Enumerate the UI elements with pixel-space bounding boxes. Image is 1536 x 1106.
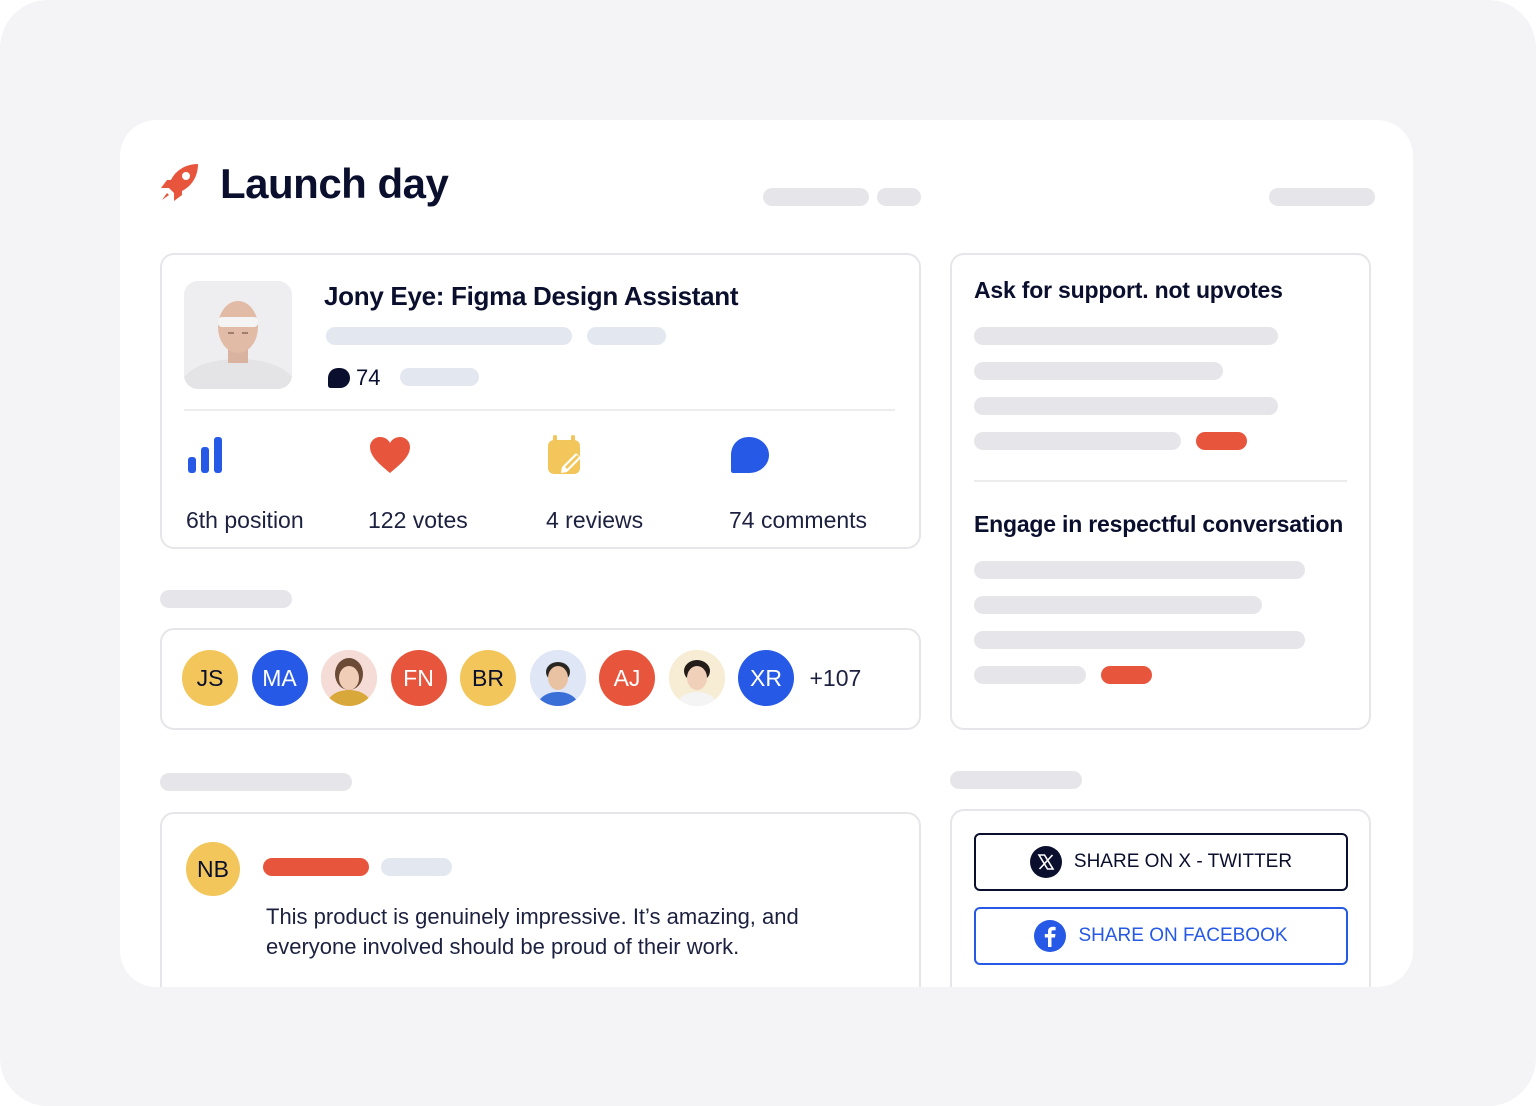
heart-icon bbox=[370, 437, 410, 473]
header-placeholder bbox=[763, 188, 869, 206]
placeholder-bar bbox=[400, 368, 479, 386]
stat-position: 6th position bbox=[186, 435, 304, 534]
avatar[interactable]: JS bbox=[182, 650, 238, 706]
section-label-placeholder bbox=[950, 771, 1082, 789]
stat-comments[interactable]: 74 comments bbox=[729, 435, 867, 534]
chat-bubble-icon bbox=[328, 368, 350, 388]
avatar-list: JS MA FN BR AJ XR +107 bbox=[182, 650, 861, 706]
avatar[interactable]: MA bbox=[251, 650, 308, 706]
link-placeholder[interactable] bbox=[1196, 432, 1247, 450]
reviewer-name-placeholder bbox=[263, 858, 369, 876]
chat-bubble-icon bbox=[731, 437, 769, 473]
link-placeholder[interactable] bbox=[1101, 666, 1152, 684]
placeholder-bar bbox=[974, 362, 1223, 380]
page-background: Launch day Jony Eye: Figma Design Assist… bbox=[0, 0, 1536, 1106]
tip-heading: Ask for support. not upvotes bbox=[974, 277, 1283, 303]
placeholder-bar bbox=[974, 327, 1278, 345]
review-text: This product is genuinely impressive. It… bbox=[266, 904, 799, 959]
avatar[interactable]: BR bbox=[460, 650, 516, 706]
divider bbox=[184, 409, 895, 411]
rocket-icon bbox=[161, 164, 198, 201]
share-card: SHARE ON X - TWITTER SHARE ON FACEBOOK bbox=[950, 809, 1371, 987]
calendar-edit-icon bbox=[548, 435, 581, 474]
placeholder-bar bbox=[974, 666, 1086, 684]
bar-chart-icon bbox=[188, 437, 222, 473]
header-placeholder bbox=[877, 188, 921, 206]
stat-reviews[interactable]: 4 reviews bbox=[546, 435, 643, 534]
placeholder-bar bbox=[974, 596, 1262, 614]
placeholder-bar bbox=[974, 432, 1181, 450]
avatar[interactable] bbox=[668, 650, 725, 706]
avatar[interactable]: FN bbox=[390, 650, 447, 706]
comment-count: 74 bbox=[328, 365, 380, 391]
product-card[interactable]: Jony Eye: Figma Design Assistant 74 6th … bbox=[160, 253, 921, 549]
share-twitter-button[interactable]: SHARE ON X - TWITTER bbox=[974, 833, 1348, 891]
share-facebook-button[interactable]: SHARE ON FACEBOOK bbox=[974, 907, 1348, 965]
supporters-card: JS MA FN BR AJ XR +107 bbox=[160, 628, 921, 730]
placeholder-bar bbox=[587, 327, 666, 345]
reviewer-avatar[interactable]: NB bbox=[186, 842, 240, 896]
stat-votes[interactable]: 122 votes bbox=[368, 435, 468, 534]
tips-card: Ask for support. not upvotes Engage in r… bbox=[950, 253, 1371, 730]
review-meta-placeholder bbox=[381, 858, 452, 876]
more-supporters-count[interactable]: +107 bbox=[810, 665, 862, 692]
section-label-placeholder bbox=[160, 773, 352, 791]
product-title[interactable]: Jony Eye: Figma Design Assistant bbox=[324, 281, 739, 312]
section-label-placeholder bbox=[160, 590, 292, 608]
page-title: Launch day bbox=[220, 160, 449, 207]
divider bbox=[974, 480, 1347, 482]
placeholder-bar bbox=[326, 327, 572, 345]
placeholder-bar bbox=[974, 397, 1278, 415]
tip-heading: Engage in respectful conversation bbox=[974, 511, 1344, 537]
launch-day-card: Launch day Jony Eye: Figma Design Assist… bbox=[120, 120, 1413, 987]
x-logo-icon bbox=[1029, 846, 1062, 878]
placeholder-bar bbox=[974, 561, 1305, 579]
review-card: NB This product is genuinely impressive.… bbox=[160, 812, 921, 987]
avatar[interactable]: XR bbox=[738, 650, 794, 706]
avatar[interactable]: AJ bbox=[599, 650, 655, 706]
avatar[interactable] bbox=[529, 650, 586, 706]
product-image bbox=[184, 281, 292, 389]
header-placeholder bbox=[1269, 188, 1375, 206]
avatar[interactable] bbox=[321, 650, 377, 706]
facebook-logo-icon bbox=[1034, 920, 1067, 952]
placeholder-bar bbox=[974, 631, 1305, 649]
